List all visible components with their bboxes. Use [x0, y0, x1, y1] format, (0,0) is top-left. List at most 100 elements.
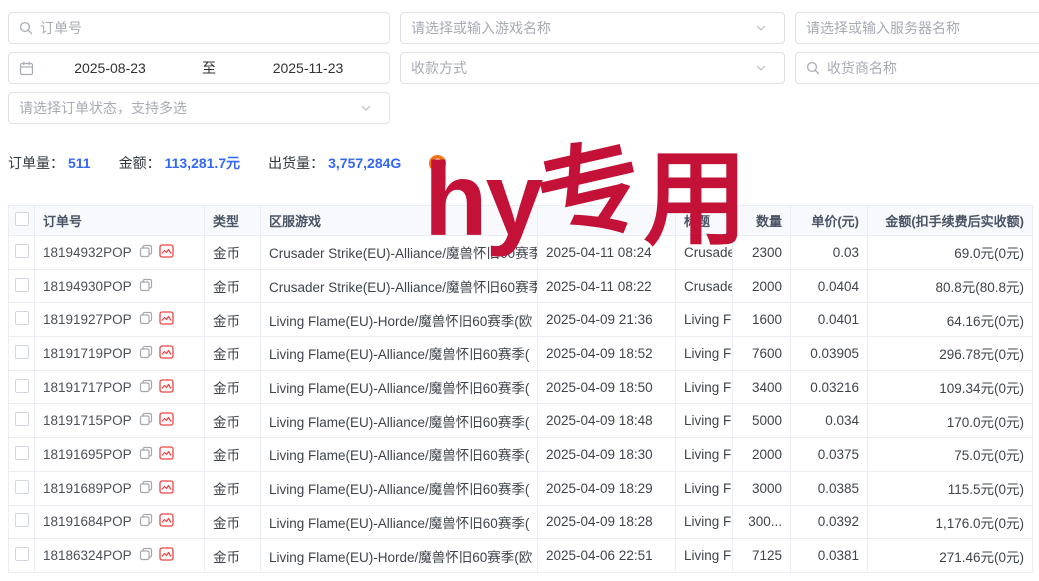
chevron-down-icon — [755, 22, 767, 34]
unit-price: 0.0381 — [791, 539, 868, 573]
amount-received: 80.8元(80.8元) — [868, 269, 1033, 303]
order-title: Living Fl — [676, 471, 733, 505]
chevron-down-icon — [755, 62, 767, 74]
table-row: 18191717POP 金币 Living Flame(EU)-Alliance… — [9, 370, 1033, 404]
date-start-value[interactable]: 2025-08-23 — [41, 60, 179, 76]
order-type: 金币 — [205, 404, 261, 438]
date-end-value[interactable]: 2025-11-23 — [239, 60, 377, 76]
image-icon[interactable] — [159, 513, 174, 530]
search-icon — [806, 61, 820, 75]
copy-icon[interactable] — [139, 244, 153, 261]
volume-label: 出货量： — [268, 153, 324, 173]
col-header-title: 标题 — [676, 206, 733, 236]
merchant-name-input[interactable]: 收货商名称 — [795, 52, 1039, 84]
image-icon[interactable] — [159, 345, 174, 362]
order-time: 2025-04-09 18:28 — [538, 505, 676, 539]
table-row: 18191695POP 金币 Living Flame(EU)-Alliance… — [9, 438, 1033, 472]
order-title: Living Fl — [676, 303, 733, 337]
order-number: 18191717POP — [43, 380, 132, 395]
copy-icon[interactable] — [139, 446, 153, 463]
table-row: 18191689POP 金币 Living Flame(EU)-Alliance… — [9, 471, 1033, 505]
payment-method-select[interactable]: 收款方式 — [400, 52, 785, 84]
row-checkbox[interactable] — [15, 244, 29, 258]
order-time: 2025-04-09 18:48 — [538, 404, 676, 438]
image-icon[interactable] — [159, 412, 174, 429]
game-name-select[interactable]: 请选择或输入游戏名称 — [400, 12, 785, 44]
order-number-placeholder: 订单号 — [40, 18, 379, 38]
order-type: 金币 — [205, 269, 261, 303]
image-icon[interactable] — [159, 547, 174, 564]
quantity: 7125 — [733, 539, 791, 573]
quantity: 2000 — [733, 438, 791, 472]
copy-icon[interactable] — [139, 547, 153, 564]
image-icon[interactable] — [159, 311, 174, 328]
order-number-input[interactable]: 订单号 — [8, 12, 390, 44]
copy-icon[interactable] — [139, 480, 153, 497]
game-server: Crusader Strike(EU)-Alliance/魔兽怀旧60赛季 — [261, 236, 538, 270]
game-server: Living Flame(EU)-Alliance/魔兽怀旧60赛季( — [261, 505, 538, 539]
date-range-picker[interactable]: 2025-08-23 至 2025-11-23 — [8, 52, 390, 84]
date-range-separator: 至 — [179, 58, 239, 78]
copy-icon[interactable] — [139, 379, 153, 396]
copy-icon[interactable] — [139, 278, 153, 295]
merchant-name-placeholder: 收货商名称 — [827, 58, 1039, 78]
table-row: 18191684POP 金币 Living Flame(EU)-Alliance… — [9, 505, 1033, 539]
copy-icon[interactable] — [139, 311, 153, 328]
game-server: Living Flame(EU)-Horde/魔兽怀旧60赛季(欧 — [261, 303, 538, 337]
quantity: 1600 — [733, 303, 791, 337]
table-row: 18194932POP 金币 Crusader Strike(EU)-Allia… — [9, 236, 1033, 270]
image-icon[interactable] — [159, 244, 174, 261]
col-header-order: 订单号 — [35, 206, 205, 236]
order-type: 金币 — [205, 438, 261, 472]
row-checkbox[interactable] — [15, 412, 29, 426]
volume-value: 3,757,284G — [328, 155, 401, 171]
row-checkbox[interactable] — [15, 480, 29, 494]
table-header-row: 订单号 类型 区服游戏 标题 数量 单价(元) 金额(扣手续费后实收额) — [9, 206, 1033, 236]
amount-received: 1,176.0元(0元) — [868, 505, 1033, 539]
select-all-checkbox[interactable] — [15, 212, 29, 226]
game-server: Living Flame(EU)-Alliance/魔兽怀旧60赛季( — [261, 337, 538, 371]
image-icon[interactable] — [159, 480, 174, 497]
row-checkbox[interactable] — [15, 345, 29, 359]
help-icon[interactable]: ? — [429, 155, 446, 172]
order-management-page: 订单号 请选择或输入游戏名称 请选择或输入服务器名称 2025-08-23 至 … — [0, 0, 1039, 581]
order-status-multiselect[interactable]: 请选择订单状态，支持多选 — [8, 92, 390, 124]
image-icon[interactable] — [159, 379, 174, 396]
col-header-price: 单价(元) — [791, 206, 868, 236]
order-time: 2025-04-11 08:22 — [538, 269, 676, 303]
game-server: Crusader Strike(EU)-Alliance/魔兽怀旧60赛季 — [261, 269, 538, 303]
order-title: Crusade — [676, 236, 733, 270]
row-checkbox[interactable] — [15, 311, 29, 325]
row-checkbox[interactable] — [15, 278, 29, 292]
payment-method-placeholder: 收款方式 — [411, 58, 755, 78]
row-checkbox[interactable] — [15, 547, 29, 561]
server-name-select[interactable]: 请选择或输入服务器名称 — [795, 12, 1039, 44]
quantity: 2300 — [733, 236, 791, 270]
image-icon[interactable] — [159, 446, 174, 463]
copy-icon[interactable] — [139, 345, 153, 362]
order-title: Crusade — [676, 269, 733, 303]
order-title: Living Fl — [676, 337, 733, 371]
order-type: 金币 — [205, 539, 261, 573]
amount-received: 64.16元(0元) — [868, 303, 1033, 337]
order-number: 18194930POP — [43, 279, 132, 294]
orders-table: 订单号 类型 区服游戏 标题 数量 单价(元) 金额(扣手续费后实收额) 181… — [8, 205, 1033, 573]
game-name-placeholder: 请选择或输入游戏名称 — [411, 18, 755, 38]
row-checkbox[interactable] — [15, 446, 29, 460]
order-count-value: 511 — [68, 155, 91, 171]
order-status-placeholder: 请选择订单状态，支持多选 — [19, 98, 360, 118]
copy-icon[interactable] — [139, 513, 153, 530]
amount-received: 271.46元(0元) — [868, 539, 1033, 573]
order-title: Living Fl — [676, 370, 733, 404]
copy-icon[interactable] — [139, 412, 153, 429]
row-checkbox[interactable] — [15, 513, 29, 527]
server-name-placeholder: 请选择或输入服务器名称 — [806, 18, 1039, 38]
table-row: 18191719POP 金币 Living Flame(EU)-Alliance… — [9, 337, 1033, 371]
quantity: 3400 — [733, 370, 791, 404]
row-checkbox[interactable] — [15, 379, 29, 393]
col-header-type: 类型 — [205, 206, 261, 236]
order-title: Living Fl — [676, 539, 733, 573]
order-number: 18194932POP — [43, 245, 132, 260]
table-row: 18191927POP 金币 Living Flame(EU)-Horde/魔兽… — [9, 303, 1033, 337]
order-number: 18191684POP — [43, 514, 132, 529]
